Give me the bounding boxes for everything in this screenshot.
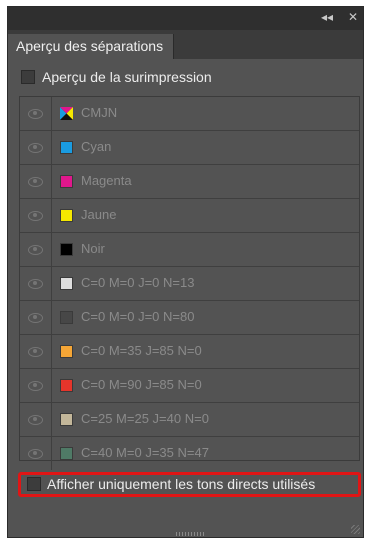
color-swatch: [60, 345, 73, 358]
spot-colors-only-option[interactable]: Afficher uniquement les tons directs uti…: [18, 472, 361, 497]
color-swatch: [60, 277, 73, 290]
separation-label: C=0 M=0 J=0 N=13: [81, 275, 195, 290]
visibility-toggle[interactable]: [20, 369, 52, 402]
separation-label: Cyan: [81, 139, 112, 154]
separation-row[interactable]: C=25 M=25 J=40 N=0: [20, 403, 359, 437]
visibility-toggle[interactable]: [20, 165, 52, 198]
eye-icon: [28, 245, 43, 255]
visibility-toggle[interactable]: [20, 97, 52, 130]
separation-row[interactable]: Noir: [20, 233, 359, 267]
eye-icon: [28, 143, 43, 153]
visibility-toggle[interactable]: [20, 131, 52, 164]
color-swatch: [60, 379, 73, 392]
separation-label: C=40 M=0 J=35 N=47: [81, 445, 209, 460]
color-swatch: [60, 413, 73, 426]
eye-icon: [28, 415, 43, 425]
color-swatch: [60, 141, 73, 154]
separations-preview-panel: ◂◂ ✕ Aperçu des séparations Aperçu de la…: [7, 6, 364, 538]
visibility-toggle[interactable]: [20, 267, 52, 300]
separation-row[interactable]: Magenta: [20, 165, 359, 199]
resize-corner-icon[interactable]: [351, 525, 360, 534]
color-swatch: [60, 209, 73, 222]
separation-row[interactable]: C=0 M=35 J=85 N=0: [20, 335, 359, 369]
eye-icon: [28, 211, 43, 221]
eye-icon: [28, 109, 43, 119]
color-swatch: [60, 311, 73, 324]
separation-label: C=0 M=35 J=85 N=0: [81, 343, 202, 358]
eye-icon: [28, 449, 43, 459]
spot-colors-only-label: Afficher uniquement les tons directs uti…: [47, 476, 316, 492]
separation-label: CMJN: [81, 105, 118, 120]
panel-titlebar: ◂◂ ✕: [8, 7, 363, 30]
color-swatch: [60, 447, 73, 460]
eye-icon: [28, 313, 43, 323]
separation-row-cmjn[interactable]: CMJN: [20, 97, 359, 131]
cmyk-icon: [60, 107, 73, 120]
visibility-toggle[interactable]: [20, 335, 52, 368]
separation-label: C=0 M=0 J=0 N=80: [81, 309, 195, 324]
tab-separations-preview[interactable]: Aperçu des séparations: [8, 34, 175, 59]
separation-label: Noir: [81, 241, 105, 256]
separation-row[interactable]: Cyan: [20, 131, 359, 165]
eye-icon: [28, 177, 43, 187]
separation-row[interactable]: C=40 M=0 J=35 N=47: [20, 437, 359, 470]
visibility-toggle[interactable]: [20, 301, 52, 334]
color-swatch: [60, 243, 73, 256]
visibility-toggle[interactable]: [20, 233, 52, 266]
overprint-preview-checkbox[interactable]: [21, 69, 35, 84]
panel-resize-grip[interactable]: [176, 532, 204, 536]
color-swatch: [60, 175, 73, 188]
separation-label: Jaune: [81, 207, 117, 222]
overprint-preview-label: Aperçu de la surimpression: [42, 69, 212, 85]
visibility-toggle[interactable]: [20, 437, 52, 470]
separations-list: CMJN Cyan Magenta Jaune Noir C=0 M=0 J=0…: [19, 96, 360, 470]
overprint-preview-option[interactable]: Aperçu de la surimpression: [21, 69, 212, 85]
separation-row[interactable]: C=0 M=90 J=85 N=0: [20, 369, 359, 403]
visibility-toggle[interactable]: [20, 403, 52, 436]
eye-icon: [28, 347, 43, 357]
separation-label: C=25 M=25 J=40 N=0: [81, 411, 209, 426]
separation-row[interactable]: C=0 M=0 J=0 N=80: [20, 301, 359, 335]
separation-row[interactable]: C=0 M=0 J=0 N=13: [20, 267, 359, 301]
close-panel-icon[interactable]: ✕: [348, 10, 358, 24]
panel-tab-row: Aperçu des séparations: [8, 30, 363, 59]
eye-icon: [28, 279, 43, 289]
separation-label: Magenta: [81, 173, 132, 188]
spot-colors-only-checkbox[interactable]: [27, 476, 41, 491]
visibility-toggle[interactable]: [20, 199, 52, 232]
separation-label: C=0 M=90 J=85 N=0: [81, 377, 202, 392]
collapse-panel-icon[interactable]: ◂◂: [321, 10, 333, 24]
eye-icon: [28, 381, 43, 391]
separation-row[interactable]: Jaune: [20, 199, 359, 233]
